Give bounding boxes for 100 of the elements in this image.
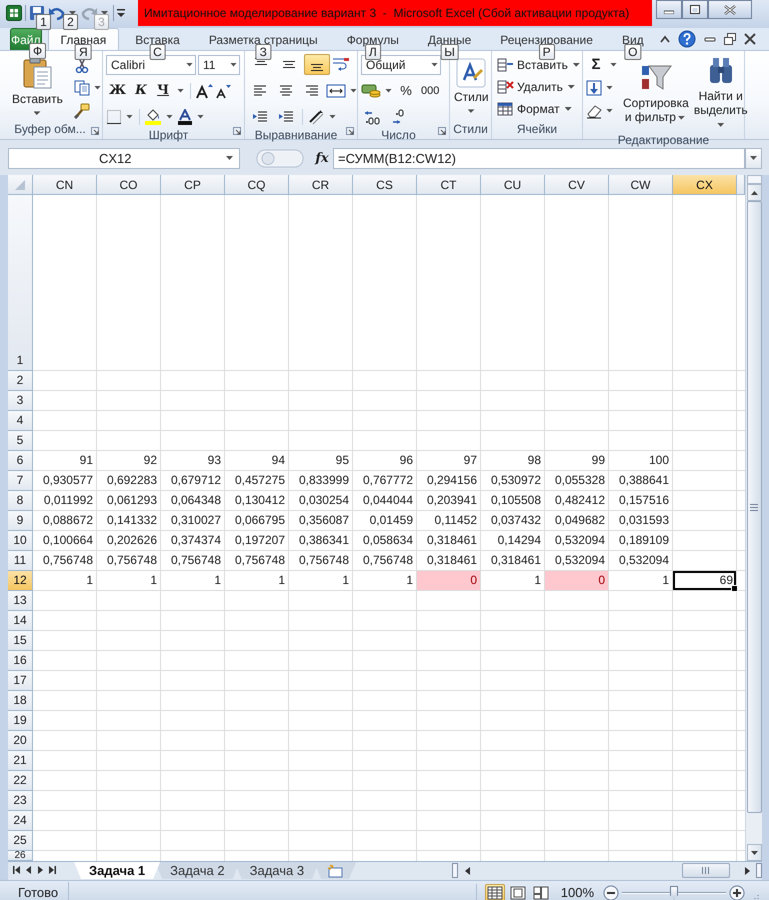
sheet-cell: 0 — [417, 571, 481, 591]
sheet-cell-text: 0,064348 — [170, 492, 222, 509]
row-header[interactable]: 14 — [8, 611, 33, 631]
sheet-cell-text: 91 — [78, 452, 94, 469]
row-header[interactable]: 8 — [8, 491, 33, 511]
row-header[interactable]: 17 — [8, 671, 33, 691]
sheet-cell-text: 0,105508 — [490, 492, 542, 509]
column-header[interactable]: CX — [673, 175, 737, 195]
row-header[interactable]: 12 — [8, 571, 33, 591]
group-label: Стили — [453, 122, 488, 138]
sheet-cell-text: 0,189109 — [618, 532, 670, 549]
sheet-cell-text: 0,055328 — [554, 472, 606, 489]
row-header[interactable]: 19 — [8, 711, 33, 731]
sheet-cell-text: 0,388641 — [618, 472, 670, 489]
row-header[interactable]: 4 — [8, 411, 33, 431]
sheet-cell-text: 1 — [341, 572, 350, 589]
sheet-cell-text: 0,318461 — [426, 532, 478, 549]
sheet-cell-text: 93 — [206, 452, 222, 469]
sheet-cell-text: 0,756748 — [106, 552, 158, 569]
row-header[interactable]: 18 — [8, 691, 33, 711]
sheet-cell-text: 0,030254 — [298, 492, 350, 509]
sheet-cell-text: 0,386341 — [298, 532, 350, 549]
group-label: Число — [380, 128, 417, 143]
sheet-cell-text: 0,930577 — [42, 472, 94, 489]
number-format-field[interactable]: Общий — [361, 54, 441, 74]
keytip-tooltip: 1 — [36, 14, 51, 30]
sheet-cell[interactable]: 69 — [673, 571, 737, 591]
insert-function-button[interactable]: fx — [311, 148, 333, 168]
keytip-tooltip: 3 — [94, 14, 109, 30]
sheet-cell: 0 — [545, 571, 609, 591]
sheet-tab[interactable]: Задача 1 — [74, 862, 160, 879]
font-size-field[interactable]: 11 — [198, 54, 240, 74]
row-header[interactable]: 22 — [8, 771, 33, 791]
row-header[interactable]: 24 — [8, 811, 33, 831]
sheet-cell-text: 0,482412 — [554, 492, 606, 509]
sheet-cell-text: 0,197207 — [234, 532, 286, 549]
column-header[interactable]: CN — [33, 175, 97, 195]
keytip-tooltip: 2 — [63, 14, 78, 30]
row-header[interactable]: 15 — [8, 631, 33, 651]
row-header[interactable]: 9 — [8, 511, 33, 531]
group-label: Ячейки — [516, 122, 558, 138]
column-header[interactable]: CR — [289, 175, 353, 195]
underline-button[interactable]: Ч — [153, 80, 174, 101]
row-header[interactable]: 25 — [8, 831, 33, 851]
sheet-cell-text: 0,532094 — [618, 552, 670, 569]
sheet-cell-text: 0,157516 — [618, 492, 670, 509]
percent-button[interactable]: % — [396, 80, 416, 101]
column-header[interactable]: CQ — [225, 175, 289, 195]
bold-button[interactable]: Ж — [106, 80, 130, 101]
column-header[interactable]: CO — [97, 175, 161, 195]
sheet-cell-text: 0,756748 — [42, 552, 94, 569]
autosum-button[interactable]: Σ — [586, 54, 606, 75]
row-header[interactable]: 21 — [8, 751, 33, 771]
row-header[interactable]: 20 — [8, 731, 33, 751]
keytip-tooltip: Ы — [440, 44, 459, 60]
formula-field[interactable]: =СУММ(B12:CW12) — [333, 148, 745, 168]
row-header[interactable]: 6 — [8, 451, 33, 471]
row-header[interactable]: 1 — [8, 195, 33, 371]
row-header[interactable]: 26 — [8, 851, 33, 861]
keytip-tooltip: Ф — [29, 43, 46, 59]
sheet-cell-text: 0,756748 — [234, 552, 286, 569]
row-header[interactable]: 7 — [8, 471, 33, 491]
sheet-cell-text: 1 — [85, 572, 94, 589]
row-header[interactable]: 3 — [8, 391, 33, 411]
delete-cells-button[interactable]: Удалить — [495, 76, 584, 98]
row-header[interactable]: 11 — [8, 551, 33, 571]
sheet-cell-text: 0,294156 — [426, 472, 478, 489]
row-header[interactable]: 13 — [8, 591, 33, 611]
sheet-cell-text: 0,756748 — [362, 552, 414, 569]
sheet-cell-text: 1 — [149, 572, 158, 589]
sheet-cell-text: 100 — [648, 452, 670, 469]
italic-button[interactable]: К — [131, 80, 152, 101]
column-header[interactable]: CT — [417, 175, 481, 195]
sheet-cell-text: 0,374374 — [170, 532, 222, 549]
row-header[interactable]: 23 — [8, 791, 33, 811]
row-header[interactable]: 16 — [8, 651, 33, 671]
find-select-button[interactable]: Найти и выделить — [692, 53, 749, 133]
sheet-cell-text: 0,756748 — [170, 552, 222, 569]
sheet-cell-text: 0,679712 — [170, 472, 222, 489]
sheet-cell-text: 0,202626 — [106, 532, 158, 549]
sheet-cell-text: 0,318461 — [490, 552, 542, 569]
row-header[interactable]: 10 — [8, 531, 33, 551]
row-header[interactable]: 2 — [8, 371, 33, 391]
name-box[interactable]: CX12 — [8, 148, 240, 168]
zoom-level[interactable]: 100% — [560, 885, 594, 900]
sheet-cell-text: 0,044044 — [362, 492, 414, 509]
group-label: Шрифт — [148, 128, 190, 143]
column-header[interactable]: CV — [545, 175, 609, 195]
thousands-separator-button[interactable]: 000 — [418, 80, 442, 101]
sheet-cell-text: 0,457275 — [234, 472, 286, 489]
sheet-cell-text: 0,310027 — [170, 512, 222, 529]
sheet-cell-text: 1 — [405, 572, 414, 589]
row-header[interactable]: 5 — [8, 431, 33, 451]
format-cells-button[interactable]: Формат — [495, 98, 584, 120]
column-header[interactable]: CW — [609, 175, 673, 195]
sheet-cell-text: 0,203941 — [426, 492, 478, 509]
column-header[interactable]: CS — [353, 175, 417, 195]
column-header[interactable]: CP — [161, 175, 225, 195]
sheet-cell-text: 0,066795 — [234, 512, 286, 529]
column-header[interactable]: CU — [481, 175, 545, 195]
